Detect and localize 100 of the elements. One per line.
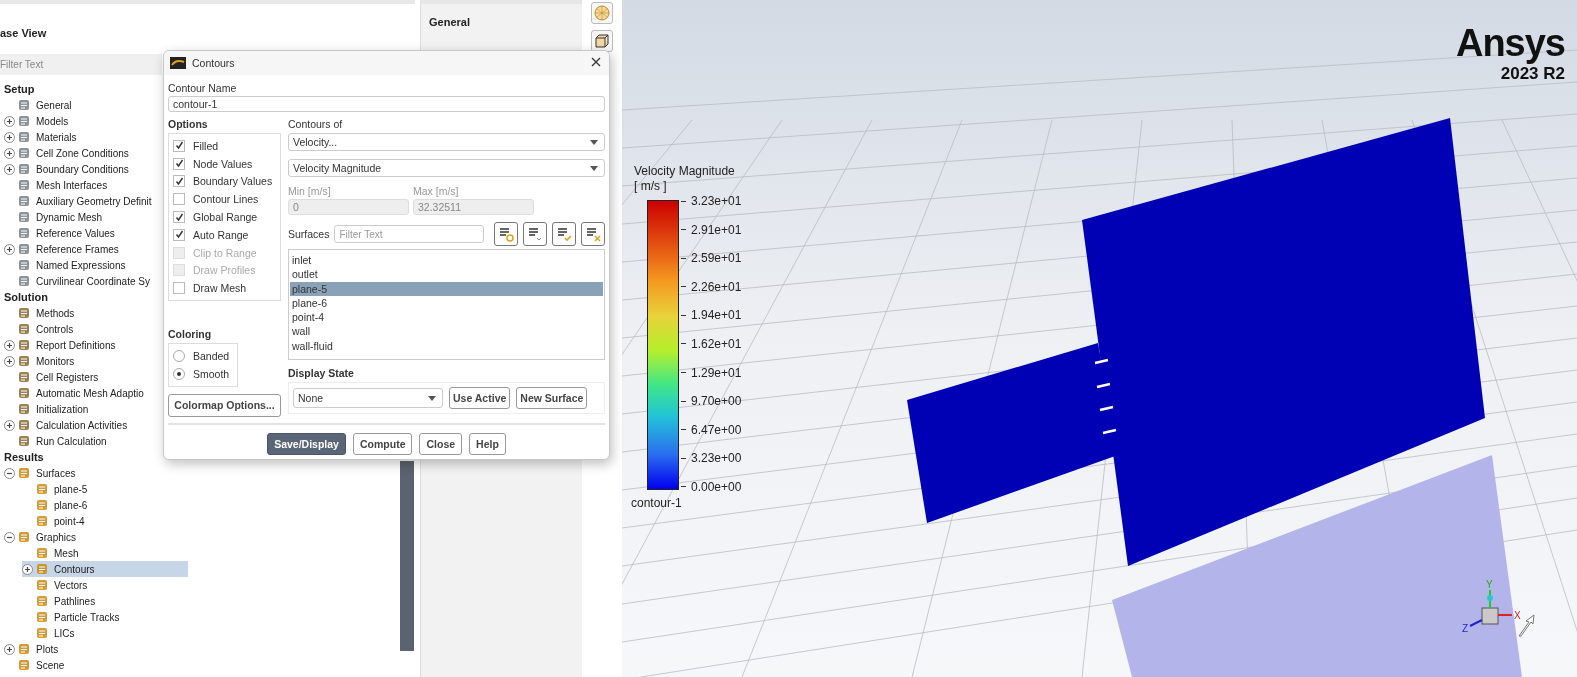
expand-icon[interactable] [4, 339, 15, 351]
tree-item[interactable]: Initialization [4, 401, 89, 417]
collapse-icon[interactable] [4, 467, 15, 479]
checkbox[interactable] [173, 211, 185, 224]
list-item[interactable]: inlet [290, 253, 604, 268]
list-check-icon [555, 225, 573, 243]
group-label: Display State [288, 367, 355, 379]
expand-icon[interactable] [4, 147, 15, 159]
state-button[interactable]: Use Active [449, 387, 511, 409]
tree-item[interactable]: Surfaces [4, 465, 76, 481]
surface-filter-field[interactable]: Filter Text [334, 225, 485, 243]
tree-item[interactable]: Controls [4, 321, 74, 337]
tree-item[interactable]: Monitors [4, 353, 75, 369]
colormap-options-button[interactable]: Colormap Options... [168, 393, 281, 417]
scrollbar-thumb[interactable] [400, 461, 414, 651]
list-tool-button[interactable] [581, 222, 606, 246]
field-label: Surfaces [288, 228, 330, 240]
tree-item[interactable]: Automatic Mesh Adaptio [4, 385, 144, 401]
checkbox[interactable] [173, 157, 185, 170]
tree-item[interactable]: LICs [22, 625, 75, 641]
tree-item[interactable]: plane-5 [22, 481, 88, 497]
dialog-button[interactable]: Save/Display [267, 432, 346, 455]
contour-name-field[interactable]: contour-1 [168, 96, 605, 112]
checkbox[interactable] [173, 282, 185, 295]
dialog-button[interactable]: Help [469, 432, 506, 455]
expand-icon[interactable] [4, 115, 15, 127]
cube-icon[interactable] [591, 30, 613, 52]
list-item[interactable]: plane-6 [290, 295, 604, 311]
field-label: Contour Name [168, 82, 238, 94]
tree-item[interactable]: Mesh Interfaces [4, 177, 108, 193]
checkbox[interactable] [173, 228, 185, 241]
tree-item[interactable]: Run Calculation [4, 433, 107, 449]
node-icon [18, 131, 30, 143]
tree-item[interactable]: Graphics [4, 529, 76, 545]
tree-item[interactable]: plane-6 [22, 497, 88, 513]
tree-item[interactable]: Materials [4, 129, 77, 145]
quantity-dropdown[interactable]: Velocity... [288, 133, 606, 151]
dialog-button[interactable]: Compute [352, 432, 413, 455]
tree-item[interactable]: General [4, 97, 72, 113]
tree-item[interactable]: point-4 [22, 513, 85, 529]
tree-item[interactable]: Curvilinear Coordinate Sy [4, 273, 150, 289]
expand-icon[interactable] [4, 355, 15, 367]
tree-item[interactable]: Reference Frames [4, 241, 119, 257]
tree-item[interactable]: Vectors [22, 577, 88, 593]
tree-item[interactable]: Boundary Conditions [4, 161, 129, 177]
node-icon [36, 499, 48, 511]
tree-item[interactable]: Cell Registers [4, 369, 99, 385]
scale-label: 1.62e+01 [691, 336, 742, 351]
filter-field[interactable]: Filter Text [0, 54, 162, 75]
tree-item[interactable]: Mesh [22, 545, 79, 561]
quantity-dropdown[interactable]: Velocity Magnitude [288, 159, 606, 177]
display-state-dropdown[interactable]: None [293, 388, 443, 408]
expand-icon[interactable] [4, 163, 15, 175]
tree-item[interactable]: Particle Tracks [22, 609, 120, 625]
node-icon [36, 547, 48, 559]
tree-item[interactable]: Named Expressions [4, 257, 126, 273]
tree-item[interactable]: Reference Values [4, 225, 115, 241]
node-icon [18, 339, 30, 351]
list-tool-button[interactable] [494, 222, 519, 246]
scale-label: 0.00e+00 [691, 479, 742, 494]
tree-item[interactable]: Plots [4, 641, 59, 657]
tree-item[interactable]: Contours [22, 561, 188, 577]
tree-item[interactable]: Scene [4, 657, 65, 673]
list-item[interactable]: plane-5 [290, 281, 604, 296]
expand-icon[interactable] [4, 419, 15, 431]
option-label: Draw Mesh [193, 282, 247, 295]
expand-icon[interactable] [4, 643, 15, 655]
expand-icon[interactable] [4, 243, 15, 255]
list-tool-button[interactable] [523, 222, 548, 246]
list-item[interactable]: outlet [290, 267, 604, 282]
tree-item[interactable]: Dynamic Mesh [4, 209, 103, 225]
tree-item[interactable]: Pathlines [22, 593, 96, 609]
checkbox[interactable] [173, 175, 185, 188]
tree-item[interactable]: Calculation Activities [4, 417, 128, 433]
list-item[interactable]: wall-fluid [290, 338, 604, 354]
scale-label: 9.70e+00 [691, 394, 742, 409]
field-label: Max [m/s] [413, 185, 460, 197]
dialog-button[interactable]: Close [419, 432, 463, 455]
checkbox[interactable] [173, 139, 185, 152]
list-tool-button[interactable] [552, 222, 577, 246]
expand-icon[interactable] [22, 563, 33, 575]
checkbox[interactable] [173, 193, 185, 206]
scale-label: 1.94e+01 [691, 308, 742, 323]
node-icon [18, 115, 30, 127]
collapse-icon[interactable] [4, 531, 15, 543]
tree-item[interactable]: Auxiliary Geometry Definit [4, 193, 152, 209]
list-item[interactable]: wall [290, 324, 604, 339]
axis-triad-drawing: Y X Z [1460, 578, 1530, 638]
list-circle-icon [497, 225, 515, 243]
expand-icon[interactable] [4, 131, 15, 143]
scale-label: 6.47e+00 [691, 422, 742, 437]
panel-heading: General [429, 16, 471, 28]
tree-item[interactable]: Cell Zone Conditions [4, 145, 129, 161]
option-label: Filled [193, 139, 219, 152]
tree-item[interactable]: Methods [4, 305, 75, 321]
state-button[interactable]: New Surface [516, 387, 588, 409]
tree-item[interactable]: Report Definitions [4, 337, 116, 353]
tree-item[interactable]: Models [4, 113, 69, 129]
dropdown-caret-icon [590, 165, 599, 171]
list-item[interactable]: point-4 [290, 310, 604, 325]
